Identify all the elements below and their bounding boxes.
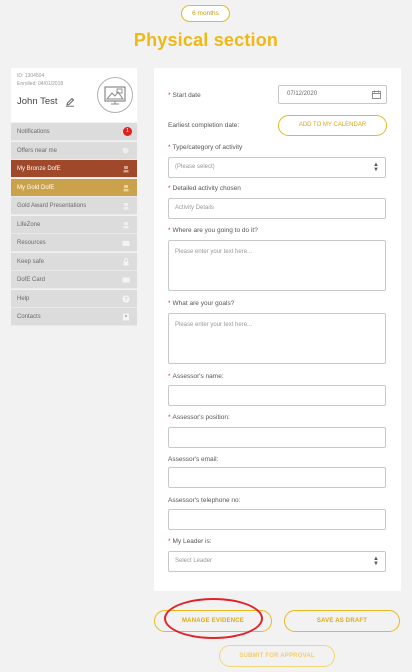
sidebar-item-label: Contacts — [17, 314, 41, 320]
sidebar-item-label: Keep safe — [17, 258, 45, 265]
award-icon — [123, 166, 129, 173]
sidebar-item-label: LifeZone — [17, 221, 41, 228]
folder-icon — [122, 241, 130, 246]
assessor-phone-input[interactable] — [168, 509, 386, 530]
type-category-select[interactable]: (Please select) ▲ ▼ — [168, 157, 386, 178]
help-icon: ? — [122, 294, 130, 303]
goals-label: * What are your goals? — [168, 300, 235, 307]
sidebar-item-dofe-card[interactable]: DofE Card — [11, 271, 137, 289]
save-as-draft-button[interactable]: SAVE AS DRAFT — [284, 610, 400, 632]
highlight-circle-annotation — [164, 598, 263, 639]
page-title: Physical section — [133, 30, 279, 50]
sidebar-item-gold-award-presentations[interactable]: Gold Award Presentations — [11, 197, 137, 215]
award-icon — [123, 203, 129, 210]
sidebar-item-notifications[interactable]: Notifications 1 — [11, 123, 137, 141]
card-icon — [122, 277, 130, 283]
notification-badge: 1 — [123, 127, 132, 136]
sidebar-item-label: Resources — [17, 240, 46, 246]
goals-textarea[interactable]: Please enter your text here... — [168, 313, 386, 364]
calendar-icon[interactable] — [372, 90, 381, 99]
duration-pill: 6 months — [181, 5, 230, 22]
leader-label: * My Leader is: — [168, 538, 212, 545]
sidebar-item-label: Gold Award Presentations — [17, 203, 87, 209]
where-label: * Where are you going to do it? — [168, 227, 258, 234]
select-arrows-icon: ▲ ▼ — [373, 556, 379, 567]
type-category-label: * Type/category of activity — [168, 144, 243, 151]
award-icon — [123, 221, 129, 228]
sidebar-item-resources[interactable]: Resources — [11, 234, 137, 252]
sidebar-item-bronze-dofe[interactable]: My Bronze DofE — [11, 160, 137, 178]
assessor-phone-label: Assessor's telephone no: — [168, 497, 241, 504]
activity-form: * Start date 07/12/2020 Earliest completi… — [154, 68, 401, 591]
assessor-email-input[interactable] — [168, 467, 386, 488]
tag-icon — [122, 147, 130, 154]
earliest-completion-label: Earliest completion date: — [168, 122, 240, 129]
sidebar-item-lifezone[interactable]: LifeZone — [11, 215, 137, 234]
start-date-label: * Start date — [168, 92, 201, 99]
svg-text:?: ? — [125, 297, 128, 303]
image-placeholder-icon — [104, 86, 126, 105]
avatar[interactable] — [97, 77, 133, 113]
sidebar-item-gold-dofe[interactable]: My Gold DofE — [11, 178, 137, 197]
assessor-name-input[interactable] — [168, 385, 386, 406]
add-to-calendar-button[interactable]: ADD TO MY CALENDAR — [278, 115, 387, 136]
award-icon — [123, 184, 129, 191]
select-arrows-icon: ▲ ▼ — [373, 162, 379, 173]
detailed-activity-input[interactable]: Activity Details — [168, 198, 386, 219]
start-date-input[interactable]: 07/12/2020 — [278, 85, 387, 104]
sidebar-item-label: My Gold DofE — [17, 184, 55, 191]
profile-name: John Test — [17, 96, 58, 107]
sidebar-item-label: My Bronze DofE — [17, 166, 61, 172]
sidebar-item-keep-safe[interactable]: Keep safe — [11, 252, 137, 271]
edit-icon[interactable] — [65, 97, 75, 107]
where-textarea[interactable]: Please enter your text here... — [168, 240, 386, 291]
assessor-email-label: Assessor's email: — [168, 456, 219, 463]
submit-for-approval-button[interactable]: SUBMIT FOR APPROVAL — [219, 645, 335, 667]
sidebar-item-label: Notifications — [17, 129, 50, 135]
sidebar-item-label: Offers near me — [17, 147, 57, 154]
assessor-position-label: * Assessor's position: — [168, 414, 230, 421]
profile-enrolled-date: Enrolled: 04/01/2018 — [17, 81, 64, 87]
sidebar-item-help[interactable]: Help ? — [11, 289, 137, 308]
lock-icon — [123, 257, 129, 265]
assessor-position-input[interactable] — [168, 427, 386, 448]
sidebar-item-label: DofE Card — [17, 277, 46, 283]
assessor-name-label: * Assessor's name: — [168, 373, 224, 380]
detailed-activity-label: * Detailed activity chosen — [168, 185, 241, 192]
profile-card: ID: 1304504 Enrolled: 04/01/2018 John Te… — [11, 68, 137, 122]
leader-select[interactable]: Select Leader ▲ ▼ — [168, 551, 386, 572]
sidebar-nav: Notifications 1 Offers near me My Bronze… — [11, 123, 137, 327]
sidebar-item-offers[interactable]: Offers near me — [11, 141, 137, 160]
profile-id: ID: 1304504 — [17, 73, 45, 79]
sidebar-item-label: Help — [17, 295, 30, 302]
contact-icon — [123, 313, 129, 321]
sidebar-item-contacts[interactable]: Contacts — [11, 308, 137, 326]
